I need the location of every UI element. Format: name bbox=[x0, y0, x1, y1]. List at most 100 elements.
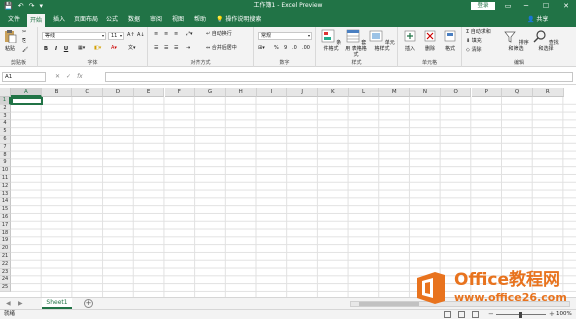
tab-file[interactable]: 文件 bbox=[5, 12, 23, 27]
tab-home[interactable]: 开始 bbox=[27, 14, 46, 27]
column-header[interactable]: C bbox=[72, 88, 104, 97]
align-top-icon[interactable]: ≡ bbox=[154, 31, 158, 38]
format-painter-icon[interactable]: 🖌 bbox=[22, 47, 28, 54]
format-cells-button[interactable]: 格式 bbox=[441, 29, 459, 52]
number-format-select[interactable]: 常规 ▾ bbox=[258, 32, 312, 40]
row-header[interactable]: 25 bbox=[0, 284, 11, 292]
row-header[interactable]: 7 bbox=[0, 143, 11, 152]
fill-color-icon[interactable]: ◧▾ bbox=[94, 45, 101, 52]
row-header[interactable]: 2 bbox=[0, 104, 11, 113]
row-header[interactable]: 9 bbox=[0, 159, 11, 168]
zoom-level[interactable]: 100% bbox=[556, 310, 572, 319]
tab-view[interactable]: 视图 bbox=[169, 12, 187, 27]
column-header[interactable]: P bbox=[471, 88, 503, 97]
login-button[interactable]: 登录 bbox=[471, 2, 495, 10]
format-as-table-button[interactable]: 套用 表格格式 bbox=[344, 29, 368, 58]
column-header[interactable]: I bbox=[256, 88, 288, 97]
percent-button[interactable]: % bbox=[274, 45, 279, 52]
row-header[interactable]: 12 bbox=[0, 182, 11, 191]
next-sheet-icon[interactable]: ▶ bbox=[18, 298, 23, 309]
ribbon-display-icon[interactable]: ▭ bbox=[500, 0, 516, 12]
column-header[interactable]: G bbox=[195, 88, 226, 97]
row-header[interactable]: 8 bbox=[0, 151, 11, 160]
row-header[interactable]: 16 bbox=[0, 214, 11, 222]
tab-insert[interactable]: 插入 bbox=[50, 12, 68, 27]
restore-button[interactable]: ☐ bbox=[538, 0, 554, 12]
page-break-view-icon[interactable] bbox=[472, 311, 479, 318]
find-select-button[interactable]: 查找和选择 bbox=[532, 29, 560, 52]
copy-icon[interactable]: ⎘ bbox=[22, 38, 26, 45]
bold-button[interactable]: B bbox=[42, 45, 50, 53]
cell-styles-button[interactable]: 单元格样式 bbox=[368, 29, 396, 52]
zoom-in-button[interactable]: + bbox=[549, 310, 555, 319]
select-all-corner[interactable] bbox=[0, 88, 11, 97]
row-header[interactable]: 21 bbox=[0, 253, 11, 261]
underline-button[interactable]: U bbox=[62, 45, 70, 53]
row-header[interactable]: 15 bbox=[0, 206, 11, 214]
grow-font-button[interactable]: A↑ bbox=[127, 32, 135, 39]
column-header[interactable]: M bbox=[379, 88, 411, 97]
zoom-out-button[interactable]: − bbox=[488, 310, 494, 319]
conditional-format-button[interactable]: 条件格式 bbox=[319, 29, 343, 52]
tab-review[interactable]: 审阅 bbox=[147, 12, 165, 27]
worksheet-grid[interactable]: A B C D E F G H I J K L M N O P Q R 1 2 3 4 5 6 7 8 9 10 11 12 13 14 15 1… bbox=[0, 88, 576, 297]
customize-qat-icon[interactable]: ▾ bbox=[39, 1, 43, 11]
column-header[interactable]: K bbox=[318, 88, 349, 97]
orientation-icon[interactable]: ⤢▾ bbox=[186, 31, 193, 38]
align-center-icon[interactable]: ☰ bbox=[164, 45, 168, 52]
enter-icon[interactable]: ✓ bbox=[66, 72, 71, 82]
prev-sheet-icon[interactable]: ◀ bbox=[6, 298, 11, 309]
italic-button[interactable]: I bbox=[52, 45, 60, 53]
row-header[interactable]: 20 bbox=[0, 245, 11, 253]
align-left-icon[interactable]: ☰ bbox=[154, 45, 158, 52]
name-box[interactable]: A1 bbox=[2, 72, 46, 82]
phonetic-icon[interactable]: 文▾ bbox=[128, 45, 136, 52]
delete-cells-button[interactable]: 删除 bbox=[421, 29, 439, 52]
column-header[interactable]: H bbox=[225, 88, 257, 97]
tab-data[interactable]: 数据 bbox=[125, 12, 143, 27]
redo-icon[interactable]: ↷ bbox=[29, 1, 35, 11]
column-header[interactable]: E bbox=[133, 88, 165, 97]
row-header[interactable]: 22 bbox=[0, 260, 11, 269]
tab-formulas[interactable]: 公式 bbox=[103, 12, 121, 27]
align-right-icon[interactable]: ☰ bbox=[174, 45, 178, 52]
column-header[interactable]: Q bbox=[502, 88, 533, 97]
row-header[interactable]: 23 bbox=[0, 268, 11, 277]
clear-button[interactable]: ◇ 清除 bbox=[466, 47, 481, 54]
save-icon[interactable]: 💾 bbox=[4, 1, 13, 11]
fill-button[interactable]: ⬇ 填充 bbox=[466, 38, 482, 45]
zoom-slider-thumb[interactable] bbox=[519, 312, 522, 318]
column-header[interactable]: F bbox=[164, 88, 196, 97]
currency-icon[interactable]: ⊞▾ bbox=[258, 45, 265, 52]
font-color-icon[interactable]: A▾ bbox=[111, 45, 117, 52]
normal-view-icon[interactable] bbox=[444, 311, 451, 318]
share-button[interactable]: 👤 共享 bbox=[527, 12, 548, 27]
row-header[interactable]: 11 bbox=[0, 175, 11, 183]
sort-filter-button[interactable]: 排序和筛选 bbox=[502, 29, 530, 52]
tab-help[interactable]: 帮助 bbox=[191, 12, 209, 27]
cut-icon[interactable]: ✂ bbox=[22, 29, 26, 36]
row-header[interactable]: 18 bbox=[0, 229, 11, 238]
column-header[interactable]: O bbox=[440, 88, 472, 97]
paste-button[interactable]: 粘贴 bbox=[3, 29, 17, 52]
font-size-select[interactable]: 11 ▾ bbox=[108, 32, 124, 40]
column-header[interactable]: N bbox=[410, 88, 441, 97]
column-header[interactable]: B bbox=[41, 88, 73, 97]
merge-center-button[interactable]: ⇔ 合并后居中 bbox=[206, 45, 237, 52]
wrap-text-button[interactable]: ↵ 自动换行 bbox=[206, 31, 232, 38]
decimal-decrease-icon[interactable]: .00 bbox=[302, 45, 310, 52]
row-header[interactable]: 3 bbox=[0, 112, 11, 121]
row-header[interactable]: 4 bbox=[0, 120, 11, 129]
close-button[interactable]: ✕ bbox=[558, 0, 574, 12]
borders-icon[interactable]: ▦▾ bbox=[78, 45, 85, 52]
fx-icon[interactable]: fx bbox=[77, 72, 83, 82]
tab-page-layout[interactable]: 页面布局 bbox=[71, 12, 101, 27]
column-header[interactable]: J bbox=[287, 88, 318, 97]
column-header[interactable]: L bbox=[348, 88, 380, 97]
insert-cells-button[interactable]: 插入 bbox=[401, 29, 419, 52]
column-header[interactable]: D bbox=[103, 88, 134, 97]
undo-icon[interactable]: ↶ bbox=[18, 1, 24, 11]
formula-input[interactable] bbox=[105, 72, 573, 82]
decimal-increase-icon[interactable]: .0 bbox=[292, 45, 297, 52]
cell-area[interactable] bbox=[11, 97, 576, 297]
